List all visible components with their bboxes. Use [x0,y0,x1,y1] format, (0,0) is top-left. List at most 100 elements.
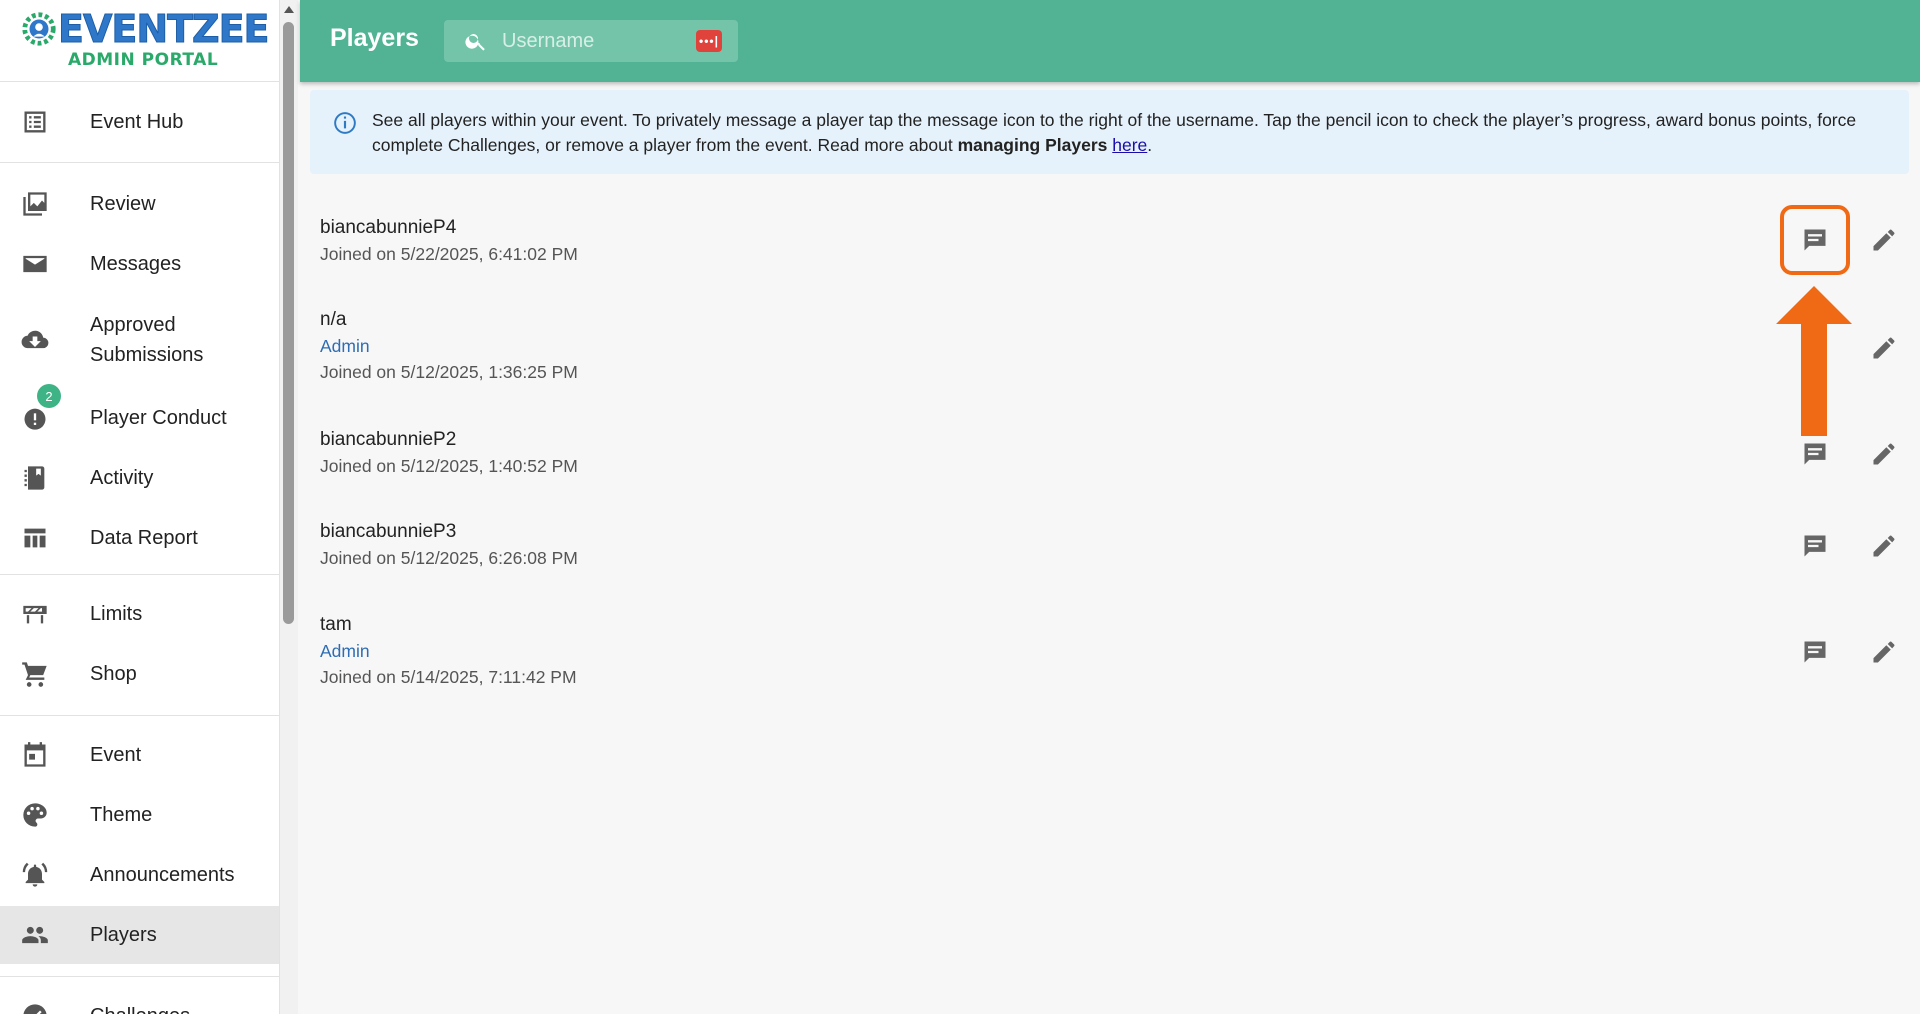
sidebar-item-messages[interactable]: Messages [0,244,279,284]
player-username: biancabunnieP4 [320,217,457,238]
message-player-button[interactable] [1795,434,1835,474]
edit-player-button[interactable] [1864,632,1904,672]
sidebar-item-label: Player Conduct [90,407,227,429]
sidebar-item-announcements[interactable]: Announcements [0,855,279,895]
player-username: n/a [320,309,347,330]
images-icon [20,189,50,219]
sidebar-item-review[interactable]: Review [0,184,279,224]
edit-player-button[interactable] [1864,434,1904,474]
pencil-icon [1873,337,1895,359]
info-text-period: . [1147,135,1153,155]
divider [0,574,279,575]
sidebar-item-event-hub[interactable]: Event Hub [0,102,279,142]
sidebar-item-activity[interactable]: Activity [0,458,279,498]
player-joined-date: Joined on 5/12/2025, 1:40:52 PM [320,456,578,476]
sidebar-item-label: Shop [90,663,137,685]
edit-player-button[interactable] [1864,220,1904,260]
sidebar-item-label: Limits [90,603,143,625]
sidebar-item-label: Approved Submissions [90,314,204,366]
search-input[interactable] [502,26,682,56]
message-icon [1804,535,1826,557]
sidebar-item-label: Challenges [90,1001,190,1014]
sidebar-item-label: Theme [90,804,153,826]
scrollbar-thumb[interactable] [283,22,294,624]
info-text-bold: managing Players [957,135,1108,155]
player-joined-date: Joined on 5/12/2025, 6:26:08 PM [320,548,578,568]
pencil-icon [1873,229,1895,251]
barrier-icon [20,599,50,629]
search-box[interactable]: •••| [444,20,738,62]
sidebar-item-approved-submissions[interactable]: Approved Submissions [0,310,279,370]
palette-icon [20,800,50,830]
brand-name: EVENTZEE [58,7,271,51]
list-item: n/a Admin Joined on 5/12/2025, 1:36:25 P… [320,307,578,385]
brand-subtitle: ADMIN PORTAL [68,50,219,70]
highlight-box [1780,205,1850,275]
divider [0,715,279,716]
arrow-up-annotation-icon [1776,286,1852,436]
divider [0,976,279,977]
message-player-button[interactable] [1795,632,1835,672]
sidebar-item-label: Players [90,924,157,946]
notification-badge: 2 [37,384,61,408]
sidebar-item-label: Activity [90,467,154,489]
search-icon [464,29,488,53]
sidebar-item-player-conduct[interactable]: 2 Player Conduct [0,384,279,438]
cloud-download-icon [20,325,50,355]
list-item: biancabunnieP4 Joined on 5/22/2025, 6:41… [320,215,578,267]
pencil-icon [1873,641,1895,663]
sidebar-item-players[interactable]: Players [0,906,279,964]
sidebar-item-shop[interactable]: Shop [0,654,279,694]
player-username: tam [320,614,352,635]
list-item: biancabunnieP2 Joined on 5/12/2025, 1:40… [320,427,578,479]
pencil-icon [1873,443,1895,465]
gear-logo-icon [22,12,56,46]
sidebar-item-challenges[interactable]: Challenges [0,996,279,1014]
message-icon [1804,641,1826,663]
check-circle-icon [20,1001,50,1014]
sidebar-item-label: Announcements [90,864,235,886]
envelope-icon [20,249,50,279]
sidebar: EVENTZEE ADMIN PORTAL Event Hub Review M… [0,0,280,1014]
app: EVENTZEE ADMIN PORTAL Event Hub Review M… [0,0,1920,1014]
sidebar-item-label: Event [90,744,142,766]
password-manager-icon[interactable]: •••| [696,30,722,52]
people-icon [20,920,50,950]
edit-player-button[interactable] [1864,526,1904,566]
list-icon [20,107,50,137]
sidebar-item-event[interactable]: Event [0,735,279,775]
sidebar-item-limits[interactable]: Limits [0,594,279,634]
message-icon [1804,443,1826,465]
page-title: Players [330,24,419,52]
scroll-up-arrow-icon[interactable] [284,6,294,13]
divider [0,162,279,163]
header-bar: Players •••| [300,0,1920,82]
cart-icon [20,659,50,689]
logo: EVENTZEE ADMIN PORTAL [0,0,279,82]
bell-icon [20,860,50,890]
message-player-button[interactable] [1795,526,1835,566]
sidebar-item-label: Data Report [90,527,198,549]
player-username: biancabunnieP3 [320,521,457,542]
list-item: tam Admin Joined on 5/14/2025, 7:11:42 P… [320,612,577,690]
sidebar-item-label: Review [90,193,156,215]
help-link[interactable]: here [1112,135,1147,155]
pencil-icon [1873,535,1895,557]
info-text: See all players within your event. To pr… [372,108,1892,158]
player-joined-date: Joined on 5/14/2025, 7:11:42 PM [320,667,577,687]
player-username: biancabunnieP2 [320,429,457,450]
player-joined-date: Joined on 5/12/2025, 1:36:25 PM [320,362,578,382]
player-role: Admin [320,641,370,661]
edit-player-button[interactable] [1864,328,1904,368]
player-joined-date: Joined on 5/22/2025, 6:41:02 PM [320,244,578,264]
sidebar-item-data-report[interactable]: Data Report [0,518,279,558]
player-role: Admin [320,336,370,356]
info-icon [332,110,358,136]
table-icon [20,523,50,553]
sidebar-item-theme[interactable]: Theme [0,795,279,835]
list-item: biancabunnieP3 Joined on 5/12/2025, 6:26… [320,519,578,571]
sidebar-item-label: Event Hub [90,111,184,133]
sidebar-item-label: Messages [90,253,182,275]
info-banner: See all players within your event. To pr… [310,90,1909,174]
notebook-icon [20,463,50,493]
